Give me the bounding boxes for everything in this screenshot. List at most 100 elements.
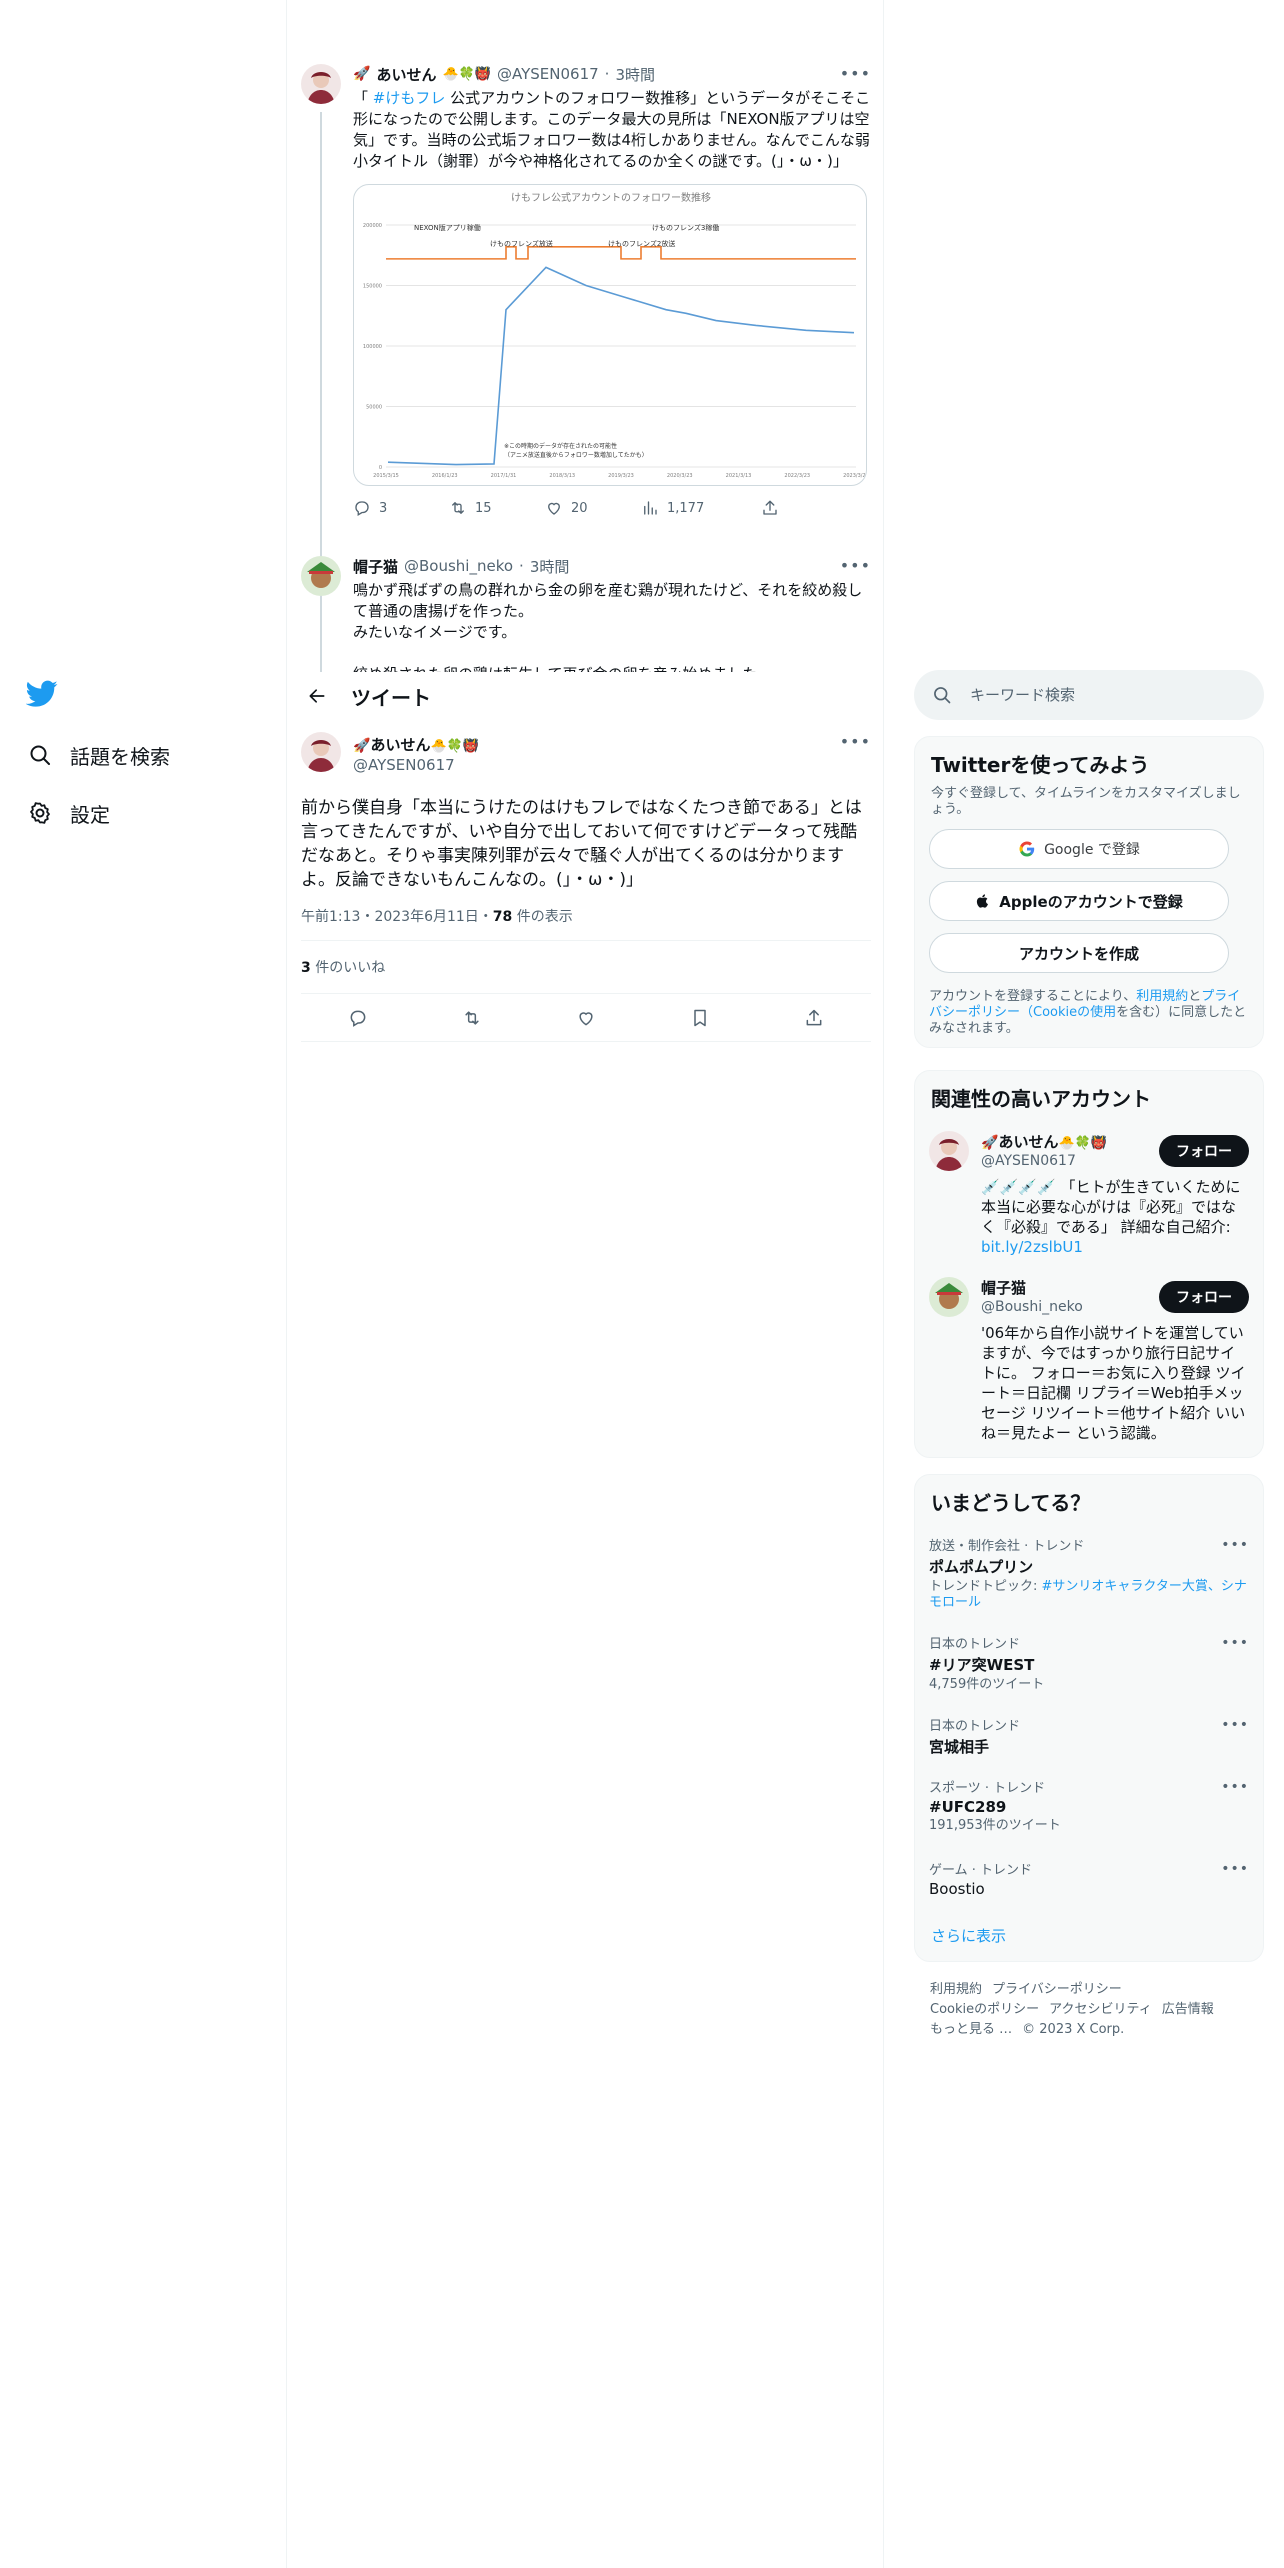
- tweet-author-row: 帽子猫 @Boushi_neko · 3時間: [353, 556, 871, 576]
- chart-annotation: けものフレンズ放送: [490, 239, 553, 248]
- more-options-icon[interactable]: •••: [840, 732, 871, 751]
- page-header: ツイート: [287, 672, 883, 720]
- reply-button[interactable]: [340, 1000, 376, 1036]
- chart-y-tick-label: 50000: [366, 405, 382, 411]
- related-title: 関連性の高いアカウント: [931, 1087, 1151, 1111]
- chart-annotation: NEXON版アプリ稼働: [414, 223, 481, 232]
- follow-button[interactable]: フォロー: [1159, 1281, 1249, 1313]
- share-button[interactable]: [761, 499, 779, 517]
- trend-category: ゲーム · トレンド: [929, 1863, 1033, 1878]
- tweet-image-chart[interactable]: けもフレ公式アカウントのフォロワー数推移 0 50000 100000 150000 2…: [353, 184, 867, 486]
- more-options-icon[interactable]: •••: [1221, 1635, 1249, 1651]
- chart-y-tick-label: 150000: [363, 284, 382, 290]
- chart-x-tick-label: 2019/3/23: [608, 473, 634, 479]
- thread-tweet[interactable]: 帽子猫 @Boushi_neko · 3時間 ••• 鳴かず飛ばずの鳥の群れから…: [301, 556, 871, 672]
- author-name-row[interactable]: 🚀あいせん🐣🍀👹: [353, 734, 479, 755]
- tweet-timestamp[interactable]: 午前1:13・2023年6月11日・: [301, 909, 493, 925]
- retweet-count: 15: [475, 500, 492, 516]
- chart-annotation: （アニメ放送直後からフォロワー数増加してたかも）: [504, 451, 648, 459]
- author-name[interactable]: 帽子猫: [353, 556, 398, 577]
- trend-item[interactable]: 放送・制作会社 · トレンド ポムポムプリン トレンドトピック: #サンリオキャ…: [929, 1535, 1249, 1611]
- tweet-text: 「 #けもフレ 公式アカウントのフォロワー数推移」というデータがそこそこ形になっ…: [353, 88, 871, 172]
- account-handle: @AYSEN0617: [981, 1153, 1076, 1169]
- right-sidebar: Twitterを使ってみよう 今すぐ登録して、タイムラインをカスタマイズしましょ…: [914, 0, 1266, 2568]
- chart-x-tick-label: 2021/3/13: [726, 473, 752, 479]
- avatar[interactable]: [929, 1131, 969, 1171]
- more-options-icon[interactable]: •••: [1221, 1861, 1249, 1877]
- trend-tweet-count: 4,759件のツイート: [929, 1677, 1045, 1692]
- nav-explore[interactable]: 話題を検索: [26, 735, 170, 775]
- more-options-icon[interactable]: •••: [1221, 1779, 1249, 1795]
- trend-item[interactable]: 日本のトレンド 宮城相手 •••: [929, 1715, 1249, 1757]
- trend-name: Boostio: [929, 1880, 985, 1898]
- footer-link[interactable]: Cookieのポリシー: [930, 2002, 1039, 2017]
- signup-legal-text: アカウントを登録することにより、利用規約とプライバシーポリシー（Cookieの使…: [929, 989, 1249, 1037]
- views-label: 件の表示: [512, 909, 573, 925]
- twitter-bird-icon[interactable]: [25, 680, 62, 712]
- thread-tweet[interactable]: 🚀 あいせん 🐣🍀👹 @AYSEN0617 · 3時間 ••• 「 #けもフレ …: [301, 64, 871, 544]
- author-handle[interactable]: @Boushi_neko: [404, 557, 513, 575]
- tweet-author-row: 🚀 あいせん 🐣🍀👹 @AYSEN0617 · 3時間: [353, 64, 871, 84]
- bookmark-icon: [694, 1009, 706, 1026]
- more-options-icon[interactable]: •••: [840, 64, 871, 83]
- author-handle[interactable]: @AYSEN0617: [497, 65, 599, 83]
- trend-tweet-count: 191,953件のツイート: [929, 1818, 1061, 1833]
- trend-category: 日本のトレンド: [929, 1637, 1021, 1652]
- show-more-link[interactable]: さらに表示: [931, 1925, 1006, 1946]
- bio-link[interactable]: bit.ly/2zslbU1: [981, 1238, 1083, 1256]
- tweet-text: 鳴かず飛ばずの鳥の群れから金の卵を産む鶏が現れたけど、それを絞め殺して普通の唐揚…: [353, 581, 863, 672]
- main-column: 🚀 あいせん 🐣🍀👹 @AYSEN0617 · 3時間 ••• 「 #けもフレ …: [286, 0, 884, 2568]
- more-options-icon[interactable]: •••: [1221, 1537, 1249, 1553]
- related-account[interactable]: 🚀あいせん🐣🍀👹 @AYSEN0617 フォロー 💉💉💉💉 「ヒトが生きていくた…: [929, 1131, 1249, 1261]
- footer-link[interactable]: もっと見る …: [930, 2022, 1012, 2037]
- like-button[interactable]: [568, 1000, 604, 1036]
- reply-icon: [355, 501, 369, 516]
- trend-item[interactable]: ゲーム · トレンド Boostio •••: [929, 1859, 1249, 1898]
- more-options-icon[interactable]: •••: [840, 556, 871, 575]
- terms-link[interactable]: 利用規約: [1136, 989, 1188, 1004]
- avatar[interactable]: [929, 1277, 969, 1317]
- footer-link[interactable]: 広告情報: [1162, 2002, 1214, 2017]
- hashtag-link[interactable]: #けもフレ: [373, 89, 446, 107]
- nav-settings-label: 設定: [70, 802, 110, 827]
- author-handle[interactable]: @AYSEN0617: [353, 756, 455, 774]
- bookmark-button[interactable]: [682, 1000, 718, 1036]
- nav-settings[interactable]: 設定: [26, 793, 110, 833]
- tweet-time[interactable]: 3時間: [615, 64, 655, 85]
- search-input[interactable]: [970, 686, 1250, 704]
- back-button[interactable]: [297, 676, 337, 716]
- author-name[interactable]: あいせん: [376, 64, 436, 85]
- reply-button[interactable]: 3: [353, 499, 449, 517]
- chart-x-tick-label: 2022/3/23: [784, 473, 810, 479]
- apple-signup-button[interactable]: Appleのアカウントで登録: [929, 881, 1229, 921]
- trend-item[interactable]: スポーツ · トレンド #UFC289 191,953件のツイート •••: [929, 1777, 1249, 1834]
- emoji-badge: 🚀: [353, 66, 371, 82]
- more-options-icon[interactable]: •••: [1221, 1717, 1249, 1733]
- likes-count: 3: [301, 960, 311, 976]
- follower-chart: けもフレ公式アカウントのフォロワー数推移 0 50000 100000 150000 2…: [363, 191, 866, 479]
- likes-summary[interactable]: 3 件のいいね: [301, 941, 871, 994]
- share-button[interactable]: [796, 1000, 832, 1036]
- avatar[interactable]: [301, 732, 341, 772]
- emoji-badge: 🚀: [353, 738, 371, 754]
- tweet-time[interactable]: 3時間: [530, 556, 570, 577]
- chart-x-ticks: 2015/3/15 2016/1/23 2017/1/31 2018/3/13 2019…: [373, 473, 866, 479]
- avatar[interactable]: [301, 64, 341, 104]
- views-button[interactable]: 1,177: [641, 499, 761, 517]
- account-bio: '06年から自作小説サイトを運営していますが、今ではすっかり旅行日記サイトに。 …: [981, 1324, 1246, 1442]
- avatar[interactable]: [301, 556, 341, 596]
- search-bar[interactable]: [914, 670, 1264, 720]
- footer-link[interactable]: アクセシビリティ: [1049, 2002, 1152, 2017]
- retweet-button[interactable]: [454, 1000, 490, 1036]
- google-signup-button[interactable]: Google で登録: [929, 829, 1229, 869]
- footer-link[interactable]: 利用規約: [930, 1982, 982, 1997]
- follow-button[interactable]: フォロー: [1159, 1135, 1249, 1167]
- retweet-button[interactable]: 15: [449, 499, 545, 517]
- create-account-button[interactable]: アカウントを作成: [929, 933, 1229, 973]
- view-count: 1,177: [667, 500, 705, 516]
- footer-link[interactable]: プライバシーポリシー: [992, 1982, 1122, 1997]
- chart-y-ticks: 0 50000 100000 150000 200000: [363, 223, 382, 471]
- related-account[interactable]: 帽子猫 @Boushi_neko フォロー '06年から自作小説サイトを運営して…: [929, 1277, 1249, 1442]
- like-button[interactable]: 20: [545, 499, 641, 517]
- trend-item[interactable]: 日本のトレンド #リア突WEST 4,759件のツイート •••: [929, 1633, 1249, 1693]
